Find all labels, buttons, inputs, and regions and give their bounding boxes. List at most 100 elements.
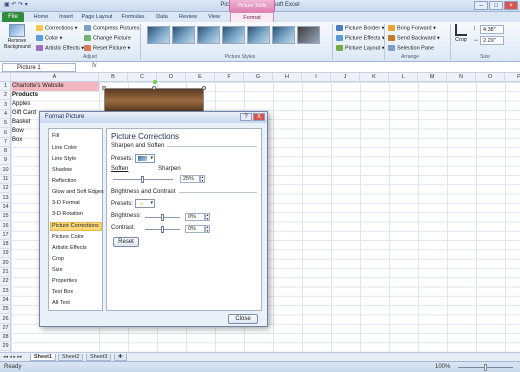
category-shadow[interactable]: Shadow [52,167,72,173]
row-header[interactable]: 13 [0,194,11,203]
reset-button[interactable]: Reset [113,237,139,247]
close-window-button[interactable]: × [504,1,518,10]
sheet-tab-3[interactable]: Sheet3 [86,354,112,361]
column-header[interactable]: N [447,73,476,82]
picture-style-3[interactable] [197,26,220,44]
column-header[interactable]: I [302,73,331,82]
tab-format[interactable]: Format [230,12,274,22]
row-header[interactable]: 15 [0,212,11,222]
remove-background-button[interactable]: Remove Background [4,24,31,50]
row-header[interactable]: 20 [0,259,11,268]
insert-sheet-icon[interactable]: ✚ [114,354,127,361]
column-header[interactable]: H [273,73,302,82]
row-header[interactable]: 3 [0,101,11,110]
row-header[interactable]: 5 [0,119,11,129]
sheet-tab-2[interactable]: Sheet2 [58,354,84,361]
row-header[interactable]: 21 [0,268,11,277]
cell-a2[interactable]: Products [12,91,38,100]
column-header[interactable]: P [505,73,520,82]
column-header[interactable]: G [244,73,273,82]
category-3d-rotation[interactable]: 3-D Rotation [52,211,83,217]
picture-style-2[interactable] [172,26,195,44]
brightness-presets-dropdown[interactable]: ☼ ▾ [135,199,155,208]
category-artistic-effects[interactable]: Artistic Effects [52,245,87,251]
category-glow-soft-edges[interactable]: Glow and Soft Edges [52,189,104,195]
row-header[interactable]: 25 [0,305,11,315]
picture-style-6[interactable] [272,26,295,44]
tab-view[interactable]: View [204,12,224,22]
row-header[interactable]: 19 [0,249,11,259]
quick-access-toolbar[interactable]: ▣ ↶ ↷ ▾ [4,1,64,11]
bring-forward-button[interactable]: Bring Forward ▾ [388,25,436,31]
contrast-value-input[interactable]: 0% [185,225,205,233]
row-header[interactable]: 16 [0,222,11,231]
tab-file[interactable]: File [2,12,24,22]
compress-pictures-button[interactable]: Compress Pictures [84,25,139,31]
row-header[interactable]: 1 [0,82,11,91]
row-header[interactable]: 4 [0,110,11,119]
category-alt-text[interactable]: Alt Text [52,300,70,306]
category-3d-format[interactable]: 3-D Format [52,200,80,206]
sharpen-slider-thumb[interactable] [141,176,144,183]
row-header[interactable]: 18 [0,240,11,250]
row-header[interactable]: 11 [0,175,11,184]
color-button[interactable]: Color ▾ [36,35,62,41]
row-header[interactable]: 7 [0,138,11,147]
zoom-level[interactable]: 100% [435,362,450,372]
category-reflection[interactable]: Reflection [52,178,76,184]
row-header[interactable]: 28 [0,333,11,343]
row-header[interactable]: 10 [0,166,11,175]
width-spinner[interactable]: 2.29" [480,36,504,45]
name-box[interactable]: Picture 1 [2,63,76,72]
cell-a6[interactable]: Bow [12,127,24,136]
minimize-button[interactable]: – [474,1,488,10]
cell-a1[interactable]: Charlotte's Website [12,82,64,91]
artistic-effects-button[interactable]: Artistic Effects ▾ [36,45,84,51]
reset-picture-button[interactable]: Reset Picture ▾ [84,45,130,51]
sharpen-value-input[interactable]: 25% [180,175,200,183]
picture-style-4[interactable] [222,26,245,44]
row-header[interactable]: 23 [0,287,11,296]
brightness-value-input[interactable]: 0% [185,213,205,221]
row-header[interactable]: 14 [0,203,11,212]
picture-layout-button[interactable]: Picture Layout ▾ [336,45,384,51]
row-header[interactable]: 22 [0,277,11,287]
picture-border-button[interactable]: Picture Border ▾ [336,25,384,31]
cell-a7[interactable]: Box [12,136,22,145]
resize-handle[interactable] [152,86,156,90]
brightness-slider-thumb[interactable] [161,214,164,221]
tab-insert[interactable]: Insert [55,12,77,22]
row-header[interactable]: 17 [0,231,11,240]
category-fill[interactable]: Fill [52,133,59,139]
contrast-spin-arrows[interactable]: ▲ ▼ [205,225,210,233]
column-header[interactable]: K [360,73,389,82]
brightness-spin-arrows[interactable]: ▲ ▼ [205,213,210,221]
sharpen-spin-arrows[interactable]: ▲ ▼ [200,175,205,183]
row-header[interactable]: 24 [0,296,11,305]
row-header[interactable]: 6 [0,129,11,138]
cell-a4[interactable]: Gift Card [12,109,36,118]
cell-a3[interactable]: Apples [12,100,30,109]
sheet-nav-arrows[interactable]: ◂◂ ◂ ▸ ▸▸ [3,354,22,360]
category-line-color[interactable]: Line Color [52,145,77,151]
tab-formulas[interactable]: Formulas [118,12,148,22]
category-crop[interactable]: Crop [52,256,64,262]
picture-style-1[interactable] [147,26,170,44]
resize-handle[interactable] [102,86,106,90]
picture-effects-button[interactable]: Picture Effects ▾ [336,35,385,41]
column-header[interactable]: F [215,73,244,82]
row-header[interactable]: 8 [0,147,11,157]
column-header[interactable]: A [11,73,99,82]
tab-page-layout[interactable]: Page Layout [80,12,114,22]
tab-review[interactable]: Review [176,12,200,22]
resize-handle[interactable] [202,86,206,90]
dialog-close-icon[interactable]: X [253,113,265,121]
column-header[interactable]: E [186,73,215,82]
column-header[interactable]: O [476,73,505,82]
category-text-box[interactable]: Text Box [52,289,73,295]
row-header[interactable]: 27 [0,324,11,333]
column-header[interactable]: D [157,73,186,82]
column-header[interactable]: M [418,73,447,82]
picture-style-5[interactable] [247,26,270,44]
column-header[interactable]: J [331,73,360,82]
